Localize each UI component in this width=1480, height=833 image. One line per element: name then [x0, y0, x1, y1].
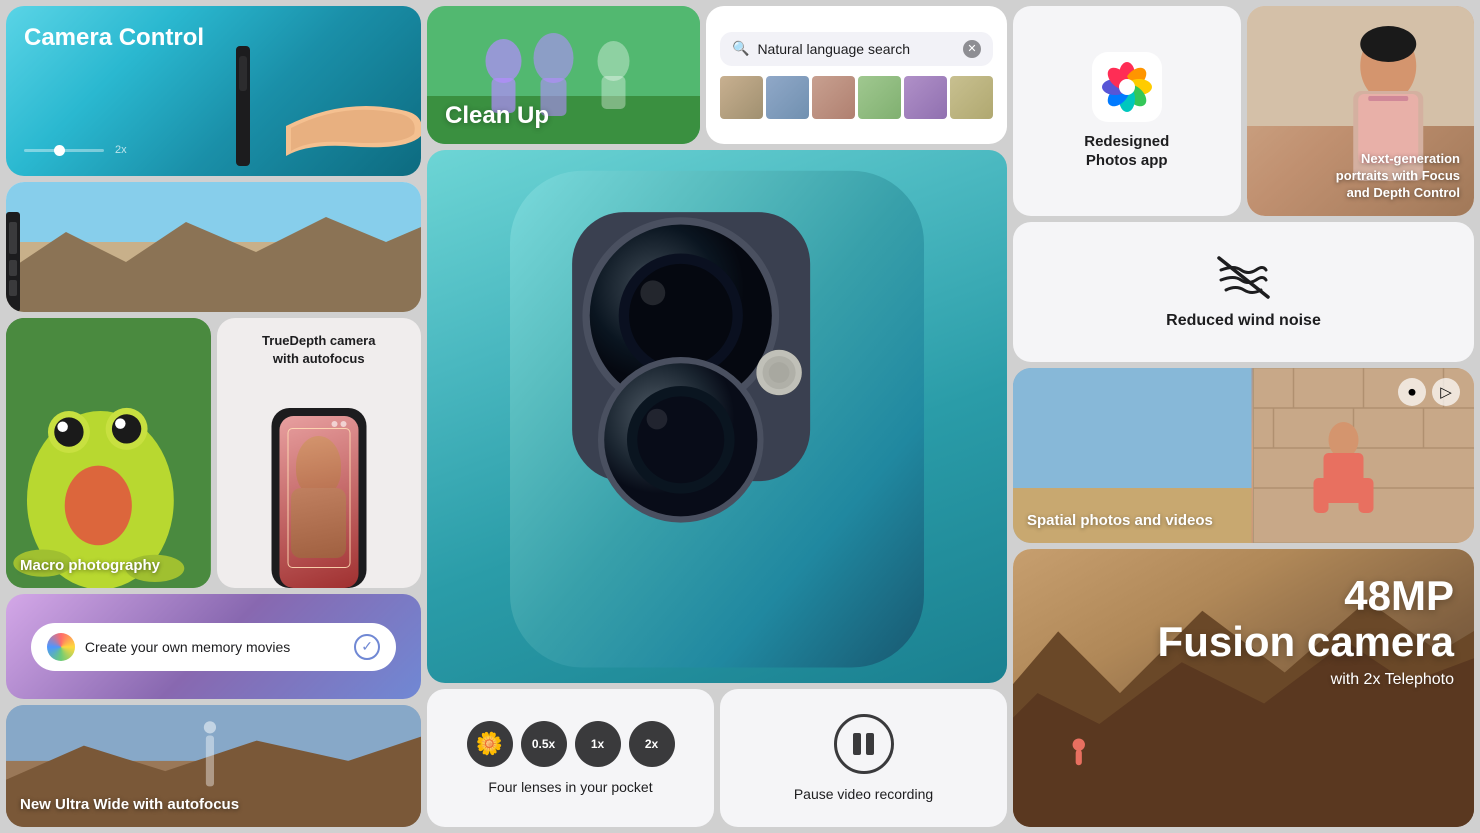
photo-grid — [720, 76, 993, 119]
fusion-title: 48MPFusion camera — [1158, 573, 1454, 665]
right-col: RedesignedPhotos app — [1013, 6, 1474, 827]
fusion-text: 48MPFusion camera with 2x Telephoto — [1158, 573, 1454, 689]
ultrawide-label: New Ultra Wide with autofocus — [20, 796, 239, 813]
four-lenses-label: Four lenses in your pocket — [488, 779, 652, 795]
app-container: Camera Control 2x — [0, 0, 1480, 833]
macro-truedepth-row: Macro photography TrueDepth camerawith a… — [6, 318, 421, 588]
pause-icon — [853, 733, 874, 755]
wind-noise-icon — [1216, 255, 1271, 300]
memory-check-button[interactable]: ✓ — [354, 634, 380, 660]
camera-slider: 2x — [24, 144, 127, 156]
wind-noise-tile: Reduced wind noise — [1013, 222, 1474, 362]
photos-app-icon — [1092, 52, 1162, 122]
spatial-icons: ⏺ ▷ — [1398, 378, 1460, 406]
redesigned-photos-label: RedesignedPhotos app — [1084, 132, 1169, 171]
lens-flower-btn[interactable]: 🌼 — [467, 721, 513, 767]
finger-graphic — [226, 36, 421, 176]
photo-item-1 — [720, 76, 763, 119]
frog-svg — [6, 318, 211, 588]
macro-label: Macro photography — [20, 557, 160, 574]
truedepth-tile: TrueDepth camerawith autofocus — [217, 318, 422, 588]
photo-item-5 — [904, 76, 947, 119]
camera-main-svg — [427, 150, 1007, 683]
main-camera-tile — [427, 150, 1007, 683]
fusion-subtitle: with 2x Telephoto — [1158, 671, 1454, 689]
pause-button[interactable] — [834, 714, 894, 774]
memory-input-bar: Create your own memory movies ✓ — [31, 623, 396, 671]
camera-control-tile: Camera Control 2x — [6, 6, 421, 176]
pause-bar-left — [853, 733, 861, 755]
phone-mockup — [271, 408, 366, 588]
pause-video-tile: Pause video recording — [720, 689, 1007, 827]
memory-movies-tile: Create your own memory movies ✓ — [6, 594, 421, 699]
lens-0-5x-btn[interactable]: 0.5x — [521, 721, 567, 767]
portrait-label: Next-generationportraits with Focusand D… — [1336, 151, 1460, 202]
siri-icon — [47, 633, 75, 661]
search-clear-button[interactable]: ✕ — [963, 40, 981, 58]
search-bar[interactable]: 🔍 Natural language search ✕ — [720, 32, 993, 66]
right-top-row: RedesignedPhotos app — [1013, 6, 1474, 216]
lens-2x-btn[interactable]: 2x — [629, 721, 675, 767]
redesigned-photos-tile: RedesignedPhotos app — [1013, 6, 1241, 216]
center-top-row: Clean Up 🔍 Natural language search ✕ — [427, 6, 1007, 144]
photo-item-6 — [950, 76, 993, 119]
landscape-svg — [6, 182, 421, 312]
left-col: Camera Control 2x — [6, 6, 421, 827]
cleanup-label: Clean Up — [445, 102, 549, 130]
photo-item-3 — [812, 76, 855, 119]
mountain-tile — [6, 182, 421, 312]
spatial-label: Spatial photos and videos — [1027, 512, 1213, 529]
spatial-tile: ⏺ ▷ Spatial photos and videos — [1013, 368, 1474, 543]
natural-language-tile: 🔍 Natural language search ✕ — [706, 6, 1007, 144]
pause-video-label: Pause video recording — [794, 786, 933, 802]
ultrawide-tile: New Ultra Wide with autofocus — [6, 705, 421, 827]
four-lenses-tile: 🌼 0.5x 1x 2x Four lenses in your pocket — [427, 689, 714, 827]
truedepth-title: TrueDepth camerawith autofocus — [254, 332, 383, 368]
lens-1x-btn[interactable]: 1x — [575, 721, 621, 767]
camera-control-title: Camera Control — [24, 24, 204, 52]
lens-buttons: 🌼 0.5x 1x 2x — [467, 721, 675, 767]
macro-tile: Macro photography — [6, 318, 211, 588]
photo-item-4 — [858, 76, 901, 119]
spatial-record-icon: ⏺ — [1398, 378, 1426, 406]
spatial-play-icon: ▷ — [1432, 378, 1460, 406]
center-bottom-row: 🌼 0.5x 1x 2x Four lenses in your pocket … — [427, 689, 1007, 827]
photo-item-2 — [766, 76, 809, 119]
memory-input-text: Create your own memory movies — [85, 639, 344, 655]
portrait-tile: Next-generationportraits with Focusand D… — [1247, 6, 1475, 216]
search-text: Natural language search — [757, 41, 955, 57]
pause-bar-right — [866, 733, 874, 755]
wind-noise-label: Reduced wind noise — [1166, 312, 1321, 330]
cleanup-tile: Clean Up — [427, 6, 700, 144]
search-icon: 🔍 — [732, 40, 749, 57]
center-col: Clean Up 🔍 Natural language search ✕ — [427, 6, 1007, 827]
fusion-tile: 48MPFusion camera with 2x Telephoto — [1013, 549, 1474, 827]
